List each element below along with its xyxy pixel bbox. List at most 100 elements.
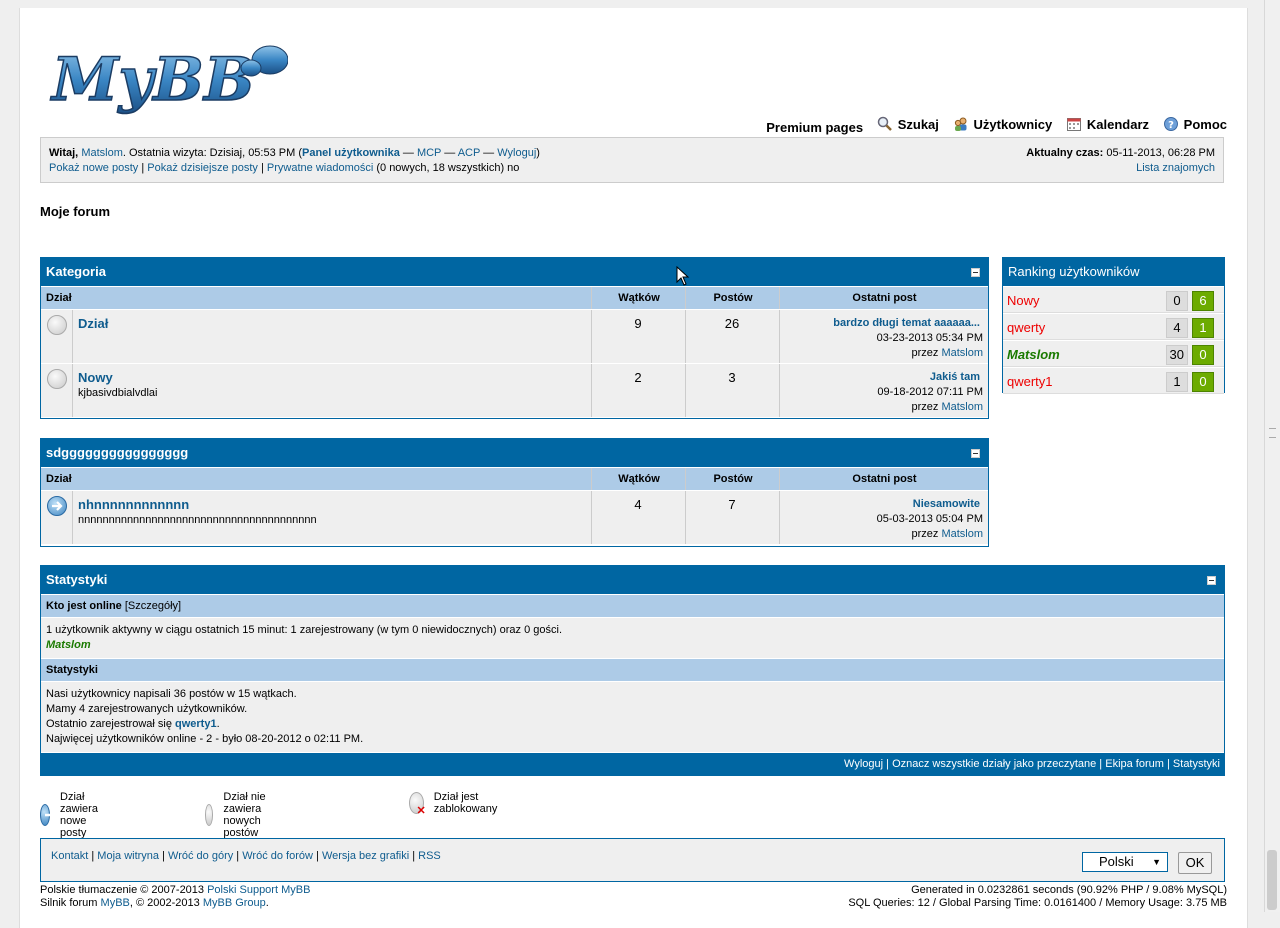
period: . [265,897,269,909]
mybb-logo[interactable]: MyBB [48,38,289,118]
col-forum: Dział [46,473,72,485]
period: . [216,718,220,730]
separator: | [159,850,169,862]
category-title[interactable]: sdgggggggggggggggg [46,445,188,460]
current-time-label: Aktualny czas: [1026,147,1104,159]
no-new-posts-icon [205,804,214,826]
ranking-score: 0 [1192,372,1214,392]
ranking-user-link[interactable]: Matslom [1007,347,1060,362]
last-post-date: 03-23-2013 05:34 PM [876,332,983,344]
col-lastpost: Ostatni post [779,468,989,490]
ranking-user-link[interactable]: qwerty1 [1007,374,1053,389]
separator: | [312,850,322,862]
page-container: MyBB Premium pages Szukaj Użytkownicy Ka… [19,8,1248,928]
category-title[interactable]: Kategoria [46,264,106,279]
menu-calendar[interactable]: Kalendarz [1066,116,1149,132]
paren: ) [536,147,540,159]
user-panel-link[interactable]: Panel użytkownika [302,147,400,159]
last-post-user[interactable]: Matslom [941,528,983,540]
newest-member-link[interactable]: qwerty1 [175,718,217,730]
contact-link[interactable]: Kontakt [51,850,88,862]
footer-logout-link[interactable]: Wyloguj [844,758,883,770]
rss-link[interactable]: RSS [418,850,441,862]
online-details-link[interactable]: [Szczegóły] [122,600,181,612]
menu-search[interactable]: Szukaj [877,116,939,132]
logo-text: MyBB [50,45,255,115]
new-posts-link[interactable]: Pokaż nowe posty [49,162,138,174]
chevron-down-icon: ▼ [1152,857,1161,867]
collapse-icon[interactable] [971,268,980,277]
back-to-forums-link[interactable]: Wróć do forów [242,850,313,862]
forum-row: Nowy kjbasivdbialvdlai 2 3 Jakiś tam 09-… [41,363,988,417]
collapse-icon[interactable] [971,449,980,458]
forum-team-link[interactable]: Ekipa forum [1105,758,1164,770]
polish-support-link[interactable]: Polski Support MyBB [207,884,310,896]
top-menu: Premium pages Szukaj Użytkownicy Kalenda… [756,116,1227,136]
posts-count: 3 [728,370,736,385]
private-messages-link[interactable]: Prywatne wiadomości [267,162,373,174]
last-post-title[interactable]: Niesamowite [913,498,980,510]
ranking-score: 0 [1192,345,1214,365]
ranking-user-link[interactable]: Nowy [1007,293,1040,308]
threads-count: 9 [634,316,642,331]
last-post-title[interactable]: Jakiś tam [930,371,980,383]
website-link[interactable]: Moja witryna [97,850,159,862]
vertical-scrollbar[interactable] [1264,0,1280,912]
welcome-line-1: Witaj, Matslom. Ostatnia wizyta: Dzisiaj… [49,146,540,161]
last-post-user[interactable]: Matslom [941,347,983,359]
menu-users-label: Użytkownicy [973,116,1053,132]
mcp-link[interactable]: MCP [417,147,441,159]
menu-help[interactable]: ? Pomoc [1163,116,1227,132]
current-time-value: 05-11-2013, 06:28 PM [1103,147,1215,159]
column-headers: Dział Wątków Postów Ostatni post [41,286,988,309]
last-post-by: przez [911,528,942,540]
collapse-icon[interactable] [1207,576,1216,585]
pm-counts: (0 nowych, 18 wszystkich) no [373,162,520,174]
separator: | [138,162,148,174]
last-post: Jakiś tam 09-18-2012 07:11 PM przez Mats… [877,370,983,415]
copyright-text: , © 2002-2013 [129,897,203,909]
last-post-user[interactable]: Matslom [941,401,983,413]
language-select[interactable]: Polski ▼ [1082,852,1168,872]
category-table-2: sdgggggggggggggggg Dział Wątków Postów O… [40,438,989,547]
menu-calendar-label: Kalendarz [1086,116,1150,132]
menu-premium-pages[interactable]: Premium pages [766,120,863,135]
col-threads: Wątków [591,468,686,490]
ranking-user-link[interactable]: qwerty [1007,320,1045,335]
threads-count: 2 [634,370,642,385]
forum-name-link[interactable]: nhnnnnnnnnnnnn [78,497,189,512]
acp-link[interactable]: ACP [458,147,480,159]
buddy-list-link[interactable]: Lista znajomych [1136,162,1215,174]
forum-description: nnnnnnnnnnnnnnnnnnnnnnnnnnnnnnnnnnnnnnn [78,514,317,526]
menu-users[interactable]: Użytkownicy [953,116,1053,132]
back-to-top-link[interactable]: Wróć do góry [168,850,233,862]
logout-link[interactable]: Wyloguj [497,147,536,159]
mark-read-link[interactable]: Oznacz wszystkie działy jako przeczytane [892,758,1096,770]
user-ranking-panel: Ranking użytkowników Nowy 0 6 qwerty 4 1… [1002,257,1225,394]
stats-title: Statystyki [46,572,108,587]
scrollbar-thumb[interactable] [1267,850,1277,910]
forum-name-link[interactable]: Nowy [78,370,113,385]
language-ok-button[interactable]: OK [1178,852,1212,874]
mybb-link[interactable]: MyBB [101,897,130,909]
statistics-link[interactable]: Statystyki [1173,758,1220,770]
lite-version-link[interactable]: Wersja bez grafiki [322,850,409,862]
bottom-links-bar: Kontakt | Moja witryna | Wróć do góry | … [40,838,1225,882]
last-post-title[interactable]: bardzo długi temat aaaaaa... [833,317,980,329]
online-heading: Kto jest online [46,600,122,612]
mouse-cursor-icon [676,266,690,286]
separator: | [1096,758,1106,770]
stats-row: Nasi użytkownicy napisali 36 postów w 15… [41,681,1224,752]
today-posts-link[interactable]: Pokaż dzisiejsze posty [147,162,258,174]
separator: | [88,850,98,862]
mybb-group-link[interactable]: MyBB Group [203,897,266,909]
ranking-row: Matslom 30 0 [1003,340,1224,367]
forum-name-link[interactable]: Dział [78,316,108,331]
online-user-link[interactable]: Matslom [46,639,91,651]
username-link[interactable]: Matslom [81,147,123,159]
sql-queries: SQL Queries: 12 / Global Parsing Time: 0… [848,897,1227,909]
col-forum: Dział [46,292,72,304]
stats-line: Ostatnio zarejestrował się qwerty1. [46,717,1219,732]
legend-locked-text: Dział jest zablokowany [433,791,498,815]
column-headers: Dział Wątków Postów Ostatni post [41,467,988,490]
